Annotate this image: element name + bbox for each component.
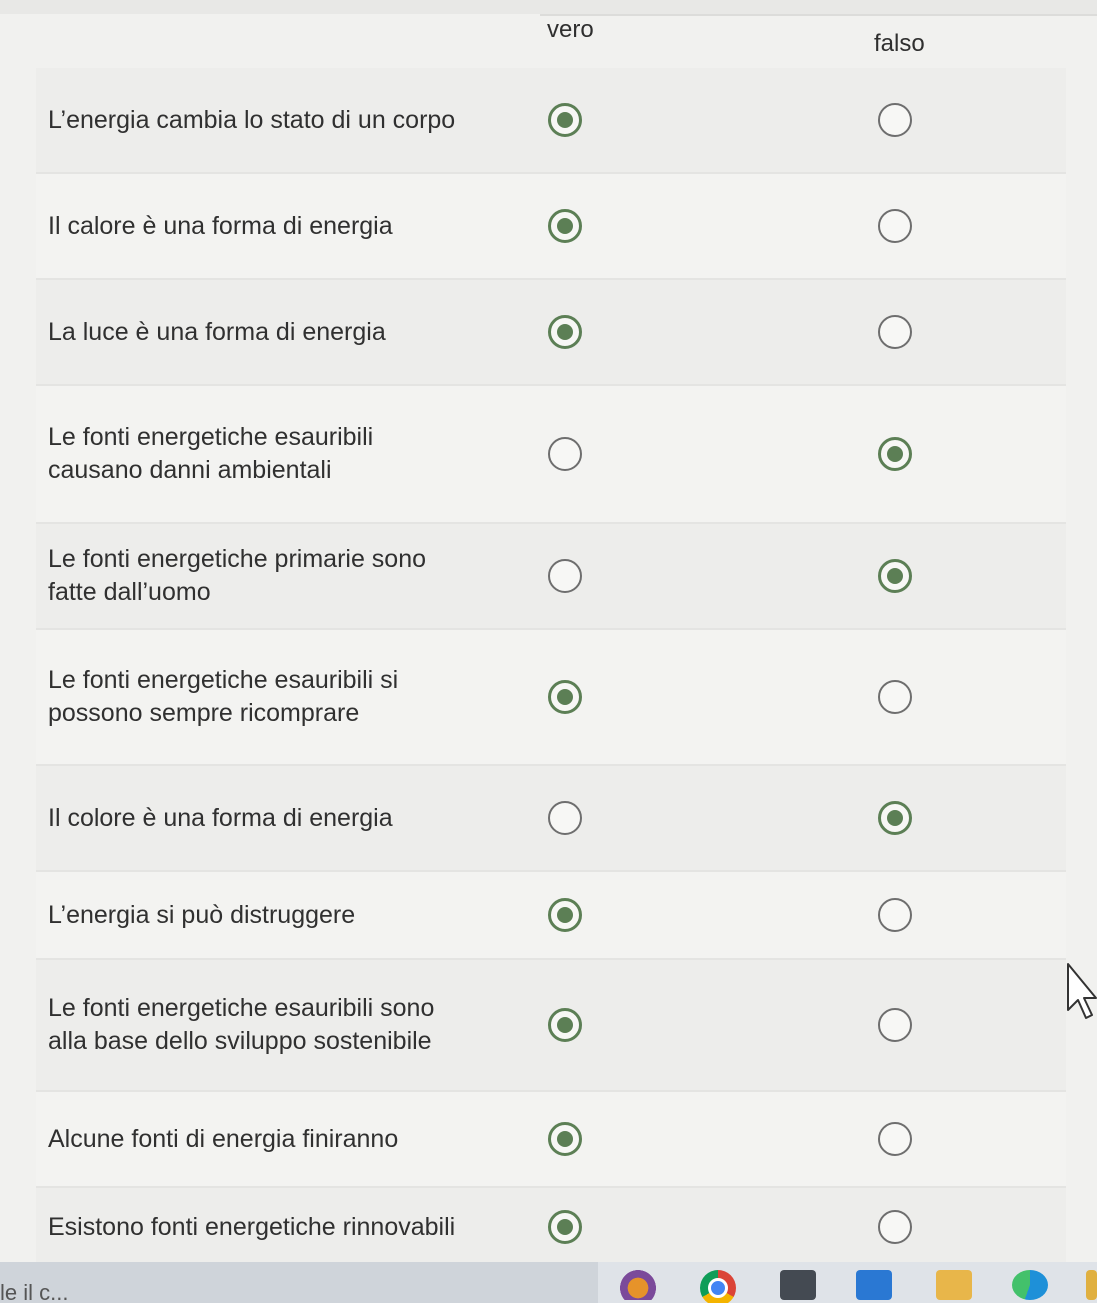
question-row: Le fonti energetiche esauribili sono all… — [36, 960, 1066, 1092]
radio-falso[interactable] — [878, 559, 912, 593]
question-row: Il colore è una forma di energia — [36, 766, 1066, 872]
radio-vero[interactable] — [548, 801, 582, 835]
header-divider — [540, 14, 1097, 16]
weather-icon[interactable] — [620, 1270, 656, 1300]
radio-vero[interactable] — [548, 209, 582, 243]
question-text: Le fonti energetiche esauribili si posso… — [48, 666, 399, 727]
question-row: Le fonti energetiche esauribili causano … — [36, 386, 1066, 524]
radio-falso[interactable] — [878, 103, 912, 137]
question-text: Il colore è una forma di energia — [48, 803, 393, 832]
radio-vero[interactable] — [548, 103, 582, 137]
mouse-pointer-icon — [1067, 963, 1097, 1019]
question-row: L’energia cambia lo stato di un corpo — [36, 68, 1066, 174]
question-grid: L’energia cambia lo stato di un corpo Il… — [36, 68, 1066, 1268]
taskbar: le il c... — [0, 1262, 1097, 1303]
question-text: L’energia si può distruggere — [48, 900, 356, 929]
quiz-page: vero falso L’energia cambia lo stato di … — [0, 0, 1097, 1303]
radio-vero[interactable] — [548, 1008, 582, 1042]
radio-vero[interactable] — [548, 1122, 582, 1156]
radio-falso[interactable] — [878, 1122, 912, 1156]
taskbar-search-text: le il c... — [0, 1280, 69, 1303]
radio-falso[interactable] — [878, 898, 912, 932]
question-row: Alcune fonti di energia finiranno — [36, 1092, 1066, 1188]
radio-vero[interactable] — [548, 315, 582, 349]
radio-vero[interactable] — [548, 898, 582, 932]
question-row: Il calore è una forma di energia — [36, 174, 1066, 280]
question-text: Le fonti energetiche primarie sono fatte… — [48, 545, 427, 606]
question-row: La luce è una forma di energia — [36, 280, 1066, 386]
taskbar-search-box[interactable]: le il c... — [0, 1262, 598, 1303]
question-row: Le fonti energetiche primarie sono fatte… — [36, 524, 1066, 630]
radio-falso[interactable] — [878, 801, 912, 835]
top-strip — [0, 0, 1097, 14]
radio-vero[interactable] — [548, 1210, 582, 1244]
radio-falso[interactable] — [878, 680, 912, 714]
radio-falso[interactable] — [878, 437, 912, 471]
radio-falso[interactable] — [878, 1008, 912, 1042]
question-text: Le fonti energetiche esauribili causano … — [48, 423, 374, 484]
question-row: L’energia si può distruggere — [36, 872, 1066, 960]
question-text: Alcune fonti di energia finiranno — [48, 1124, 399, 1153]
chrome-icon[interactable] — [700, 1270, 736, 1303]
question-row: Le fonti energetiche esauribili si posso… — [36, 630, 1066, 766]
question-text: L’energia cambia lo stato di un corpo — [48, 105, 456, 134]
column-header-falso: falso — [874, 30, 925, 57]
radio-falso[interactable] — [878, 209, 912, 243]
question-text: Le fonti energetiche esauribili sono all… — [48, 994, 435, 1055]
radio-falso[interactable] — [878, 315, 912, 349]
calculator-icon[interactable] — [780, 1270, 816, 1300]
edge-icon[interactable] — [1012, 1270, 1048, 1300]
question-text: Il calore è una forma di energia — [48, 211, 393, 240]
question-row: Esistono fonti energetiche rinnovabili — [36, 1188, 1066, 1268]
question-text: Esistono fonti energetiche rinnovabili — [48, 1212, 456, 1241]
question-text: La luce è una forma di energia — [48, 317, 386, 346]
taskbar-app-icon[interactable] — [1086, 1270, 1097, 1300]
radio-falso[interactable] — [878, 1210, 912, 1244]
radio-vero[interactable] — [548, 680, 582, 714]
radio-vero[interactable] — [548, 437, 582, 471]
outlook-icon[interactable] — [856, 1270, 892, 1300]
radio-vero[interactable] — [548, 559, 582, 593]
file-explorer-icon[interactable] — [936, 1270, 972, 1300]
column-header-vero: vero — [547, 16, 594, 43]
